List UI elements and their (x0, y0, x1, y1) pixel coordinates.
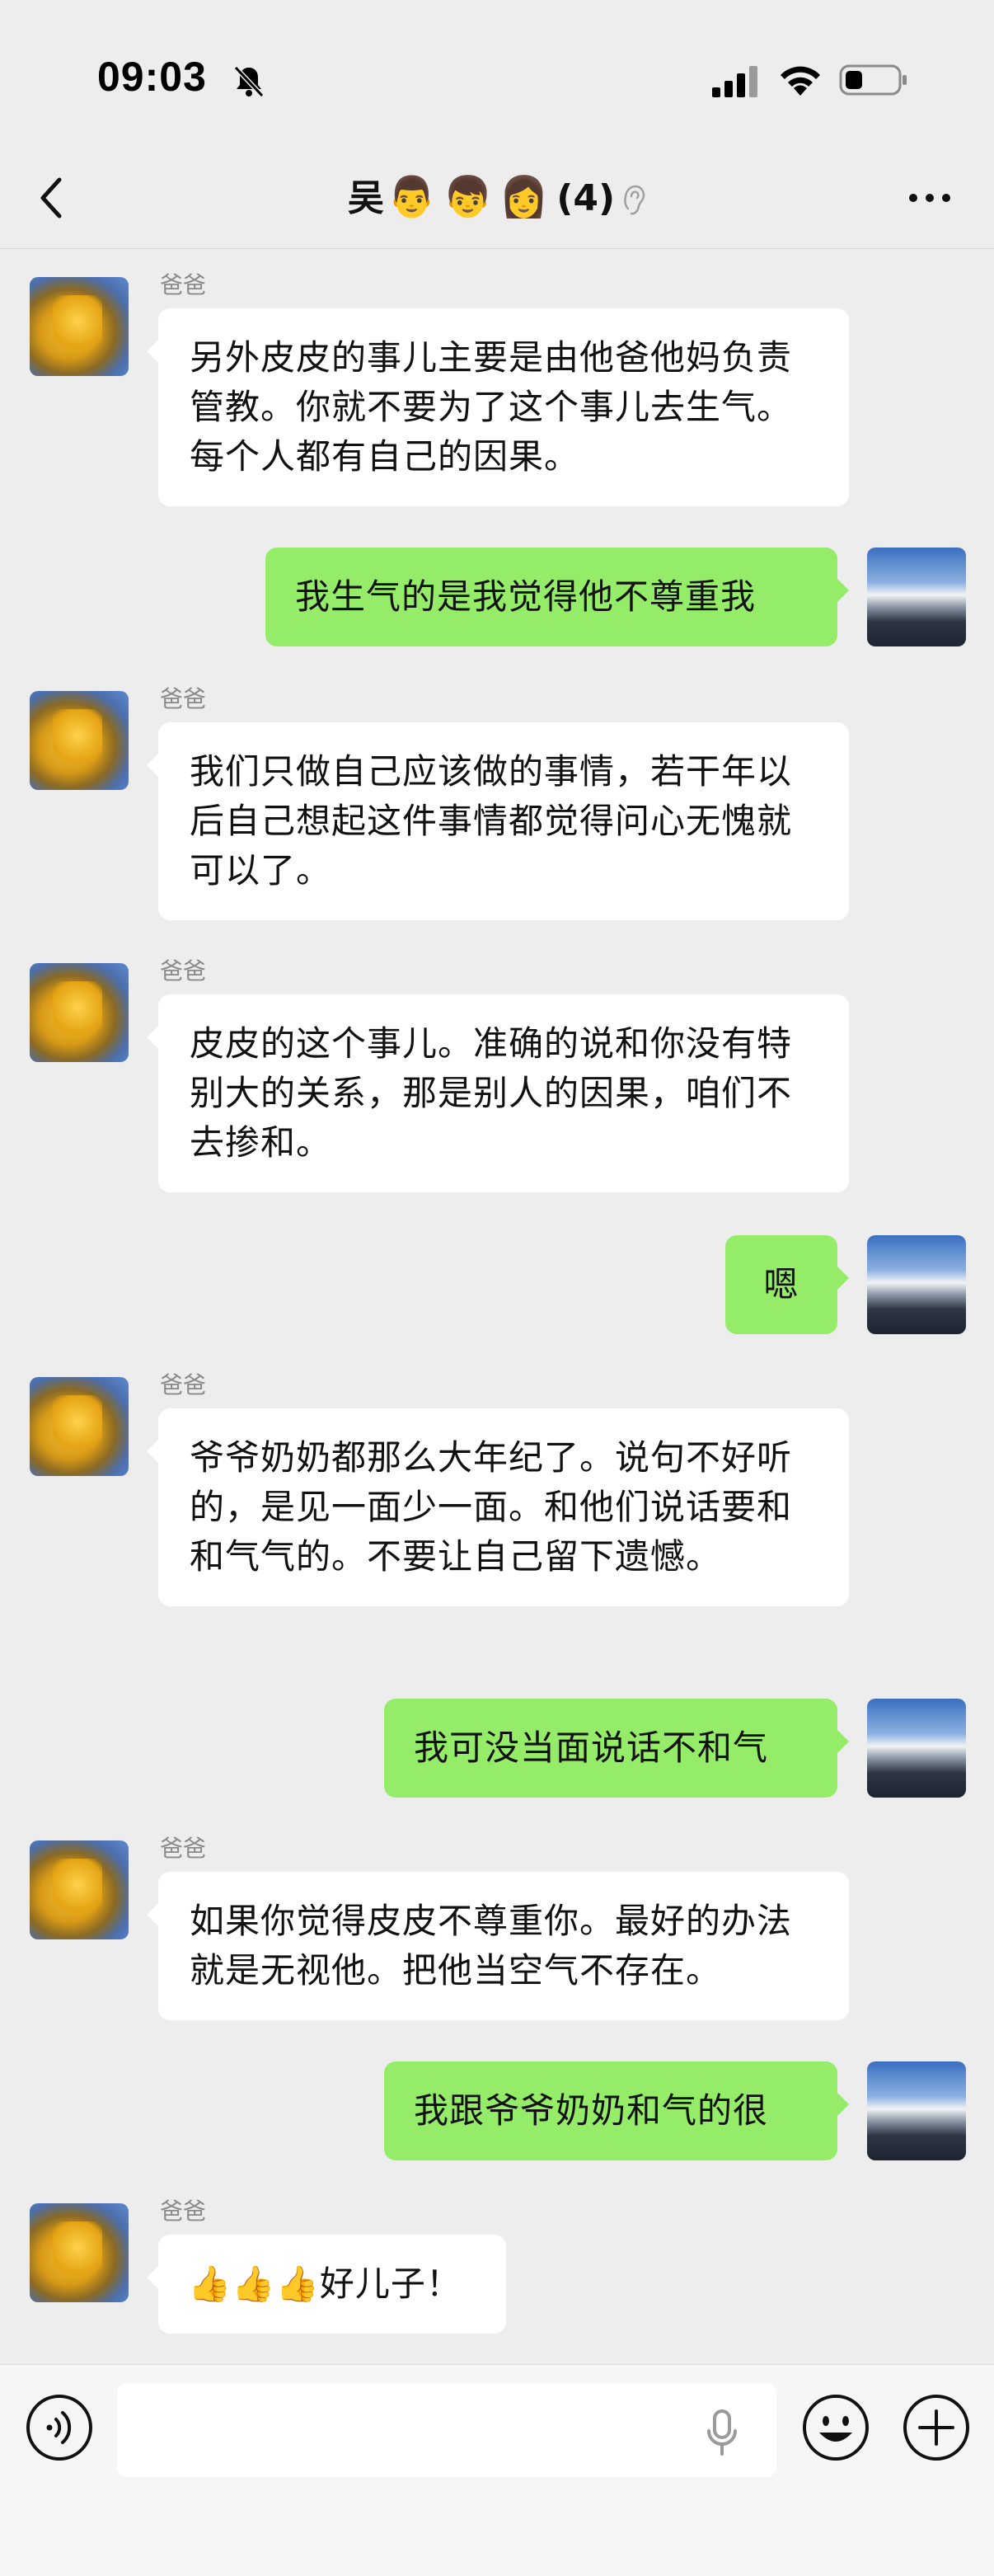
avatar[interactable] (30, 1377, 129, 1476)
status-bar: 09:03 (0, 0, 994, 148)
avatar[interactable] (30, 691, 129, 790)
sender-name: 爸爸 (160, 957, 207, 985)
sender-name: 爸爸 (160, 1835, 207, 1862)
message-bubble[interactable]: 爷爷奶奶都那么大年纪了。说句不好听的，是见一面少一面。和他们说话要和和气气的。不… (147, 1408, 849, 1606)
chat-header: 吴👨 👦 👩 (4) (0, 148, 994, 249)
message-bubble[interactable]: 👍👍👍好儿子！ (147, 2235, 506, 2334)
battery-icon (839, 64, 907, 96)
message-bubble[interactable]: 如果你觉得皮皮不尊重你。最好的办法就是无视他。把他当空气不存在。 (147, 1872, 849, 2020)
sender-name: 爸爸 (160, 685, 207, 712)
message-bubble[interactable]: 嗯 (725, 1235, 849, 1334)
cellular-signal-icon (712, 66, 757, 97)
message-bubble[interactable]: 我们只做自己应该做的事情，若干年以后自己想起这件事情都觉得问心无愧就可以了。 (147, 722, 849, 920)
bell-off-icon (233, 65, 265, 98)
more-dots-icon[interactable] (907, 191, 953, 204)
sender-name: 爸爸 (160, 2198, 207, 2225)
avatar[interactable] (867, 1235, 966, 1334)
message-bubble[interactable]: 我生气的是我觉得他不尊重我 (265, 548, 849, 646)
message-bubble[interactable]: 我跟爷爷奶奶和气的很 (384, 2061, 849, 2160)
title-emoji-man: 👨 (387, 174, 437, 220)
avatar[interactable] (867, 1699, 966, 1798)
avatar[interactable] (30, 2203, 129, 2302)
sender-name: 爸爸 (160, 271, 207, 298)
plus-icon[interactable] (902, 2393, 971, 2462)
message-list[interactable]: 爸爸 另外皮皮的事儿主要是由他爸他妈负责管教。你就不要为了这个事儿去生气。每个人… (0, 249, 994, 2364)
chat-title-name: 吴 (347, 177, 384, 219)
emoji-icon[interactable] (801, 2393, 870, 2462)
microphone-icon[interactable] (706, 2408, 738, 2457)
avatar[interactable] (867, 2061, 966, 2160)
message-bubble[interactable]: 我可没当面说话不和气 (384, 1699, 849, 1798)
input-bar (0, 2364, 994, 2576)
member-count: (4) (556, 177, 616, 219)
avatar[interactable] (30, 963, 129, 1062)
sender-name: 爸爸 (160, 1371, 207, 1398)
title-emoji-woman: 👩 (499, 174, 549, 220)
chat-title[interactable]: 吴👨 👦 👩 (4) (0, 168, 994, 221)
avatar[interactable] (867, 548, 966, 646)
message-bubble[interactable]: 皮皮的这个事儿。准确的说和你没有特别大的关系，那是别人的因果，咱们不去掺和。 (147, 994, 849, 1192)
avatar[interactable] (30, 1840, 129, 1939)
status-time: 09:03 (97, 54, 207, 100)
ear-icon (624, 185, 645, 215)
avatar[interactable] (30, 277, 129, 376)
title-emoji-boy: 👦 (443, 174, 493, 220)
message-bubble[interactable]: 另外皮皮的事儿主要是由他爸他妈负责管教。你就不要为了这个事儿去生气。每个人都有自… (147, 308, 849, 506)
voice-input-icon[interactable] (25, 2393, 94, 2462)
wifi-icon (781, 66, 820, 96)
message-input[interactable] (117, 2383, 776, 2477)
